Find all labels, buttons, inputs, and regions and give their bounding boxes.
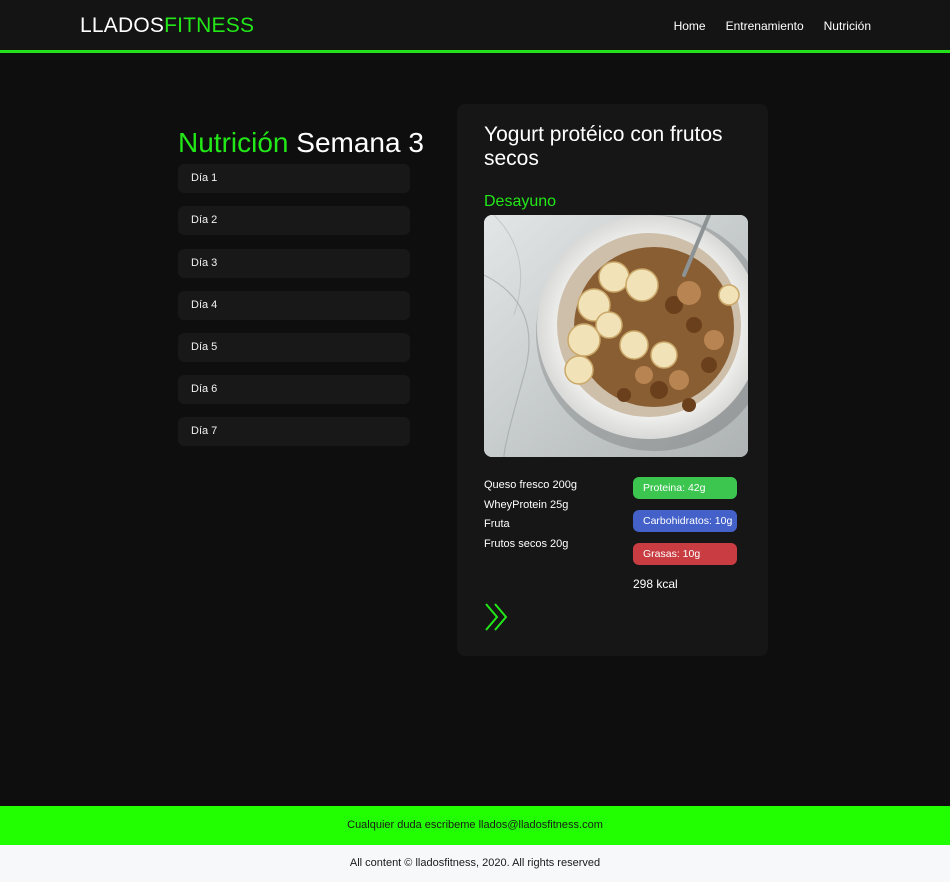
next-recipe-button[interactable] — [484, 603, 510, 631]
day-item-4[interactable]: Día 4 — [178, 291, 410, 320]
nav-link-entrenamiento[interactable]: Entrenamiento — [726, 19, 804, 33]
calorie-total: 298 kcal — [633, 577, 678, 591]
copyright-footer: All content © lladosfitness, 2020. All r… — [0, 845, 950, 882]
day-item-7[interactable]: Día 7 — [178, 417, 410, 446]
day-item-2[interactable]: Día 2 — [178, 206, 410, 235]
page-title-accent: Nutrición — [178, 127, 289, 158]
nav-link-home[interactable]: Home — [674, 19, 706, 33]
page-title-week: Semana 3 — [296, 127, 424, 158]
fat-badge: Grasas: 10g — [633, 543, 737, 565]
logo-text-fitness: FITNESS — [164, 14, 255, 37]
carbs-badge: Carbohidratos: 10g — [633, 510, 737, 532]
ingredient-item: Frutos secos 20g — [484, 537, 569, 550]
site-header: LLADOSFITNESS Home Entrenamiento Nutrici… — [0, 0, 950, 53]
double-chevron-right-icon — [485, 603, 508, 631]
contact-footer: Cualquier duda escribeme llados@lladosfi… — [0, 806, 950, 845]
logo-text-llados: LLADOS — [80, 14, 165, 37]
day-item-6[interactable]: Día 6 — [178, 375, 410, 404]
meal-type-label: Desayuno — [484, 193, 557, 210]
nav-link-nutricion[interactable]: Nutrición — [824, 19, 871, 33]
recipe-title: Yogurt protéico con frutos secos — [484, 123, 723, 170]
day-item-3[interactable]: Día 3 — [178, 249, 410, 278]
main-nav: Home Entrenamiento Nutrición — [674, 19, 871, 33]
recipe-photo — [484, 215, 748, 457]
ingredient-list: Queso fresco 200g WheyProtein 25g Fruta … — [484, 476, 577, 554]
page-title: Nutrición Semana 3 — [178, 126, 424, 160]
protein-badge: Proteina: 42g — [633, 477, 737, 499]
site-logo[interactable]: LLADOSFITNESS — [80, 14, 254, 38]
day-item-5[interactable]: Día 5 — [178, 333, 410, 362]
ingredient-item: Fruta — [484, 518, 510, 530]
ingredient-item: WheyProtein 25g — [484, 498, 569, 511]
day-item-1[interactable]: Día 1 — [178, 164, 410, 193]
ingredient-item: Queso fresco 200g — [484, 479, 577, 491]
